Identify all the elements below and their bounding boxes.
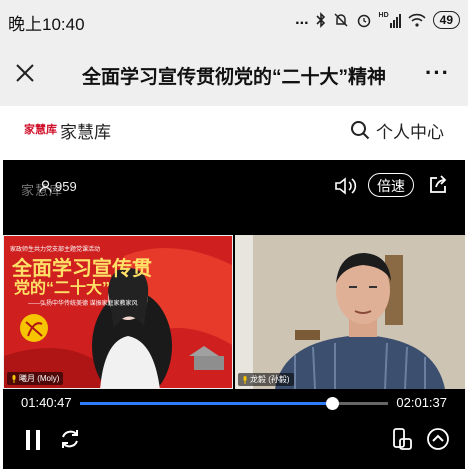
viewer-count: 959 [39, 179, 77, 194]
progress-fill [80, 402, 332, 405]
search-icon[interactable] [350, 120, 370, 140]
signal-icon: HD [379, 12, 401, 28]
poster-title-line2: 党的“二十大” [14, 280, 111, 297]
right-name-text: 龙毅 (孙毅) [250, 375, 290, 384]
volume-icon[interactable] [334, 176, 358, 196]
left-name-tag: 曦月 (Moly) [7, 372, 64, 385]
player-controls: 01:40:47 02:01:37 [3, 389, 465, 469]
chevron-up-icon[interactable] [426, 427, 450, 451]
refresh-icon[interactable] [58, 427, 82, 451]
dots-icon: ... [295, 11, 309, 28]
right-name-tag: 龙毅 (孙毅) [238, 373, 294, 386]
poster-subtitle: ——弘扬中华传统美德 谋振家庭家教家风 [28, 301, 138, 307]
presenter-video-left: 家政师生共力党支部主题党课活动 全面学习宣传贯 党的“二十大” ——弘扬中华传统… [3, 235, 233, 389]
site-bar: 家慧库 家慧库 个人中心 [0, 106, 468, 152]
status-bar: 晚上10:40 ... HD 49 [0, 0, 468, 40]
left-name-text: 曦月 (Moly) [19, 374, 60, 383]
progress-bar[interactable] [80, 397, 388, 410]
battery-indicator: 49 [432, 11, 460, 29]
viewer-icon [39, 180, 52, 193]
share-icon[interactable] [427, 174, 449, 196]
status-time: 晚上10:40 [8, 15, 85, 34]
presenter-figure [235, 235, 465, 389]
rotate-screen-icon[interactable] [391, 427, 413, 451]
site-logo[interactable]: 家慧库 [24, 121, 57, 137]
total-time: 02:01:37 [396, 395, 447, 410]
title-bar: 全面学习宣传贯彻党的“二十大”精神 ··· [0, 40, 468, 106]
site-name[interactable]: 家慧库 [60, 118, 111, 143]
close-icon[interactable] [14, 62, 36, 84]
mic-icon [12, 374, 16, 383]
bluetooth-icon [315, 12, 325, 28]
pause-icon[interactable] [25, 429, 41, 451]
more-options-button[interactable]: ··· [425, 62, 450, 84]
mute-icon [333, 13, 348, 27]
hd-label: HD [378, 12, 389, 19]
speed-button[interactable]: 倍速 [368, 173, 414, 197]
viewer-count-value: 959 [55, 179, 77, 194]
mic-icon [243, 375, 247, 384]
progress-knob[interactable] [325, 397, 339, 410]
alarm-icon [357, 14, 370, 28]
video-player[interactable]: 家慧库 959 倍速 家政师生共力党支部主题党课活动 全面学习宣传贯 党的“二十… [3, 160, 465, 469]
user-center-link[interactable]: 个人中心 [376, 118, 444, 143]
presenter-video-right: 龙毅 (孙毅) [235, 235, 465, 389]
page-title: 全面学习宣传贯彻党的“二十大”精神 [81, 67, 386, 88]
status-icons: ... HD 49 [295, 9, 460, 31]
current-time: 01:40:47 [21, 395, 72, 410]
wifi-icon [408, 13, 426, 27]
